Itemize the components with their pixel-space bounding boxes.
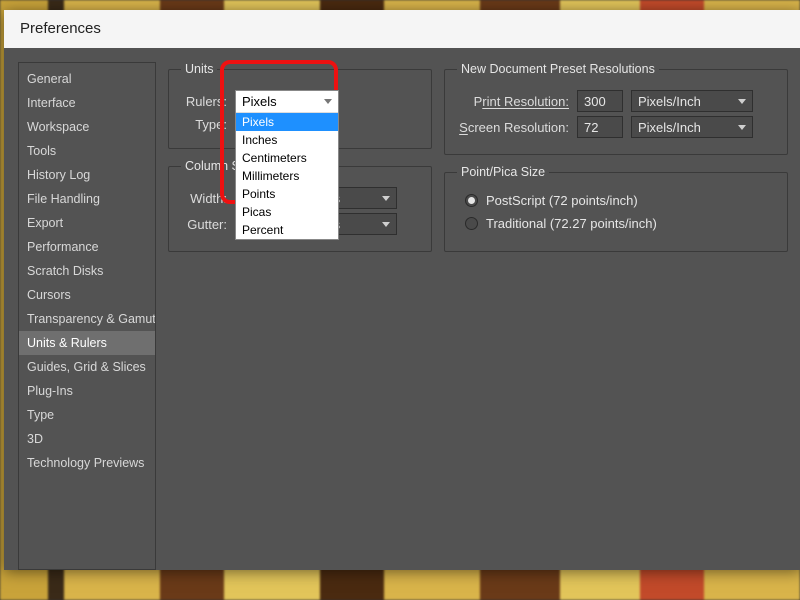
- sidebar-item-history-log[interactable]: History Log: [19, 163, 155, 187]
- sidebar-item-file-handling[interactable]: File Handling: [19, 187, 155, 211]
- width-label: Width:: [181, 191, 227, 206]
- radio-icon: [465, 217, 478, 230]
- sidebar-item-technology-previews[interactable]: Technology Previews: [19, 451, 155, 475]
- print-resolution-input[interactable]: 300: [577, 90, 623, 112]
- type-label: Type:: [181, 117, 227, 132]
- screen-resolution-label: Screen Resolution:: [457, 120, 569, 135]
- sidebar-item-units-rulers[interactable]: Units & Rulers: [19, 331, 155, 355]
- chevron-down-icon: [738, 99, 746, 104]
- sidebar-item-plug-ins[interactable]: Plug-Ins: [19, 379, 155, 403]
- sidebar-item-tools[interactable]: Tools: [19, 139, 155, 163]
- chevron-down-icon: [738, 125, 746, 130]
- resolutions-group: New Document Preset Resolutions Print Re…: [444, 62, 788, 155]
- rulers-select[interactable]: Pixels: [236, 91, 338, 113]
- point-pica-group: Point/Pica Size PostScript (72 points/in…: [444, 165, 788, 252]
- screen-resolution-input[interactable]: 72: [577, 116, 623, 138]
- screen-resolution-unit-select[interactable]: Pixels/Inch: [631, 116, 753, 138]
- sidebar-item-scratch-disks[interactable]: Scratch Disks: [19, 259, 155, 283]
- radio-icon: [465, 194, 478, 207]
- rulers-option-points[interactable]: Points: [236, 185, 338, 203]
- sidebar-item-3d[interactable]: 3D: [19, 427, 155, 451]
- point-pica-legend: Point/Pica Size: [457, 165, 549, 179]
- preferences-dialog: Preferences GeneralInterfaceWorkspaceToo…: [4, 10, 800, 570]
- radio-traditional[interactable]: Traditional (72.27 points/inch): [465, 216, 775, 231]
- preferences-sidebar: GeneralInterfaceWorkspaceToolsHistory Lo…: [18, 62, 156, 570]
- rulers-option-percent[interactable]: Percent: [236, 221, 338, 239]
- sidebar-item-type[interactable]: Type: [19, 403, 155, 427]
- rulers-option-inches[interactable]: Inches: [236, 131, 338, 149]
- rulers-option-millimeters[interactable]: Millimeters: [236, 167, 338, 185]
- print-resolution-label: Print Resolution:: [457, 94, 569, 109]
- chevron-down-icon: [382, 196, 390, 201]
- radio-postscript[interactable]: PostScript (72 points/inch): [465, 193, 775, 208]
- resolutions-legend: New Document Preset Resolutions: [457, 62, 659, 76]
- rulers-dropdown[interactable]: Pixels PixelsInchesCentimetersMillimeter…: [235, 90, 339, 240]
- rulers-option-pixels[interactable]: Pixels: [236, 113, 338, 131]
- sidebar-item-performance[interactable]: Performance: [19, 235, 155, 259]
- rulers-label: Rulers:: [181, 94, 227, 109]
- sidebar-item-cursors[interactable]: Cursors: [19, 283, 155, 307]
- chevron-down-icon: [324, 99, 332, 104]
- sidebar-item-workspace[interactable]: Workspace: [19, 115, 155, 139]
- sidebar-item-interface[interactable]: Interface: [19, 91, 155, 115]
- rulers-option-picas[interactable]: Picas: [236, 203, 338, 221]
- print-resolution-unit-select[interactable]: Pixels/Inch: [631, 90, 753, 112]
- units-group: Units Rulers: Pixels Pixels: [168, 62, 432, 149]
- sidebar-item-guides-grid-slices[interactable]: Guides, Grid & Slices: [19, 355, 155, 379]
- gutter-label: Gutter:: [181, 217, 227, 232]
- sidebar-item-export[interactable]: Export: [19, 211, 155, 235]
- units-legend: Units: [181, 62, 217, 76]
- rulers-option-centimeters[interactable]: Centimeters: [236, 149, 338, 167]
- dialog-title: Preferences: [4, 10, 800, 48]
- sidebar-item-general[interactable]: General: [19, 67, 155, 91]
- sidebar-item-transparency-gamut[interactable]: Transparency & Gamut: [19, 307, 155, 331]
- chevron-down-icon: [382, 222, 390, 227]
